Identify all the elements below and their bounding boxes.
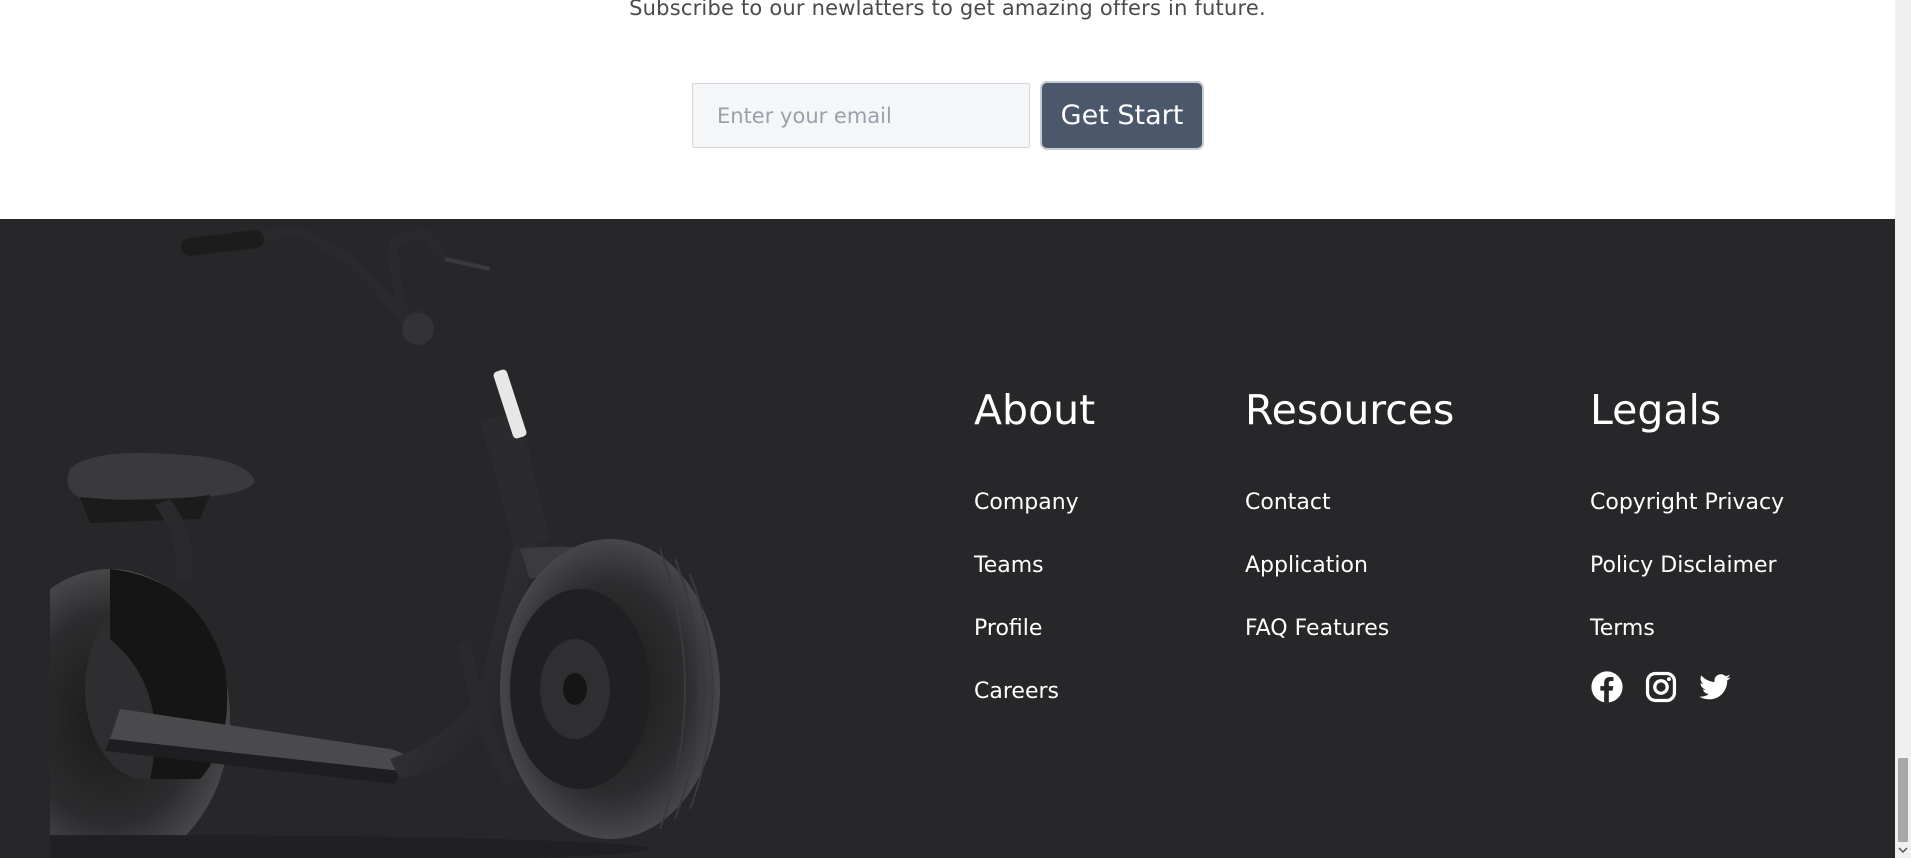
facebook-icon[interactable] <box>1590 670 1624 704</box>
footer-heading-legals: Legals <box>1590 386 1722 434</box>
footer-column-resources: Resources Contact Application FAQ Featur… <box>1245 386 1454 679</box>
instagram-icon[interactable] <box>1644 670 1678 704</box>
footer-link-copyright-privacy[interactable]: Copyright Privacy <box>1590 490 1784 553</box>
footer-link-contact-text[interactable]: Contact <box>1245 490 1331 515</box>
footer-link-application[interactable]: Application <box>1245 553 1454 616</box>
footer-heading-resources: Resources <box>1245 386 1455 434</box>
footer-link-policy-disclaimer[interactable]: Policy Disclaimer <box>1590 553 1784 616</box>
social-links <box>1590 670 1784 704</box>
scooter-image <box>50 225 720 858</box>
footer-link-copyright-privacy-text[interactable]: Copyright Privacy <box>1590 490 1784 515</box>
footer-link-faq-features[interactable]: FAQ Features <box>1245 616 1454 679</box>
footer-link-policy-disclaimer-text[interactable]: Policy Disclaimer <box>1590 553 1777 578</box>
get-start-button[interactable]: Get Start <box>1042 83 1202 148</box>
footer-heading-about: About <box>974 386 1096 434</box>
scrollbar-thumb[interactable] <box>1898 758 1908 842</box>
footer-link-faq-features-text[interactable]: FAQ Features <box>1245 616 1389 641</box>
twitter-icon[interactable] <box>1698 670 1732 704</box>
subscribe-form: Get Start <box>692 83 1202 148</box>
footer-column-legals: Legals Copyright Privacy Policy Disclaim… <box>1590 386 1784 704</box>
footer-link-contact[interactable]: Contact <box>1245 490 1454 553</box>
footer: About Company Teams Profile Careers Reso… <box>0 219 1895 858</box>
footer-column-about: About Company Teams Profile Careers <box>974 386 1095 742</box>
footer-link-company[interactable]: Company <box>974 490 1095 553</box>
footer-link-application-text[interactable]: Application <box>1245 553 1368 578</box>
footer-link-teams[interactable]: Teams <box>974 553 1095 616</box>
newsletter-section: Subscribe to our newlatters to get amazi… <box>0 0 1895 219</box>
footer-link-careers-text[interactable]: Careers <box>974 679 1059 704</box>
footer-link-company-text[interactable]: Company <box>974 490 1079 515</box>
email-input[interactable] <box>692 83 1030 148</box>
footer-link-terms-text[interactable]: Terms <box>1590 616 1655 641</box>
scroll-down-arrow-icon[interactable] <box>1895 842 1911 858</box>
newsletter-subtitle: Subscribe to our newlatters to get amazi… <box>629 0 1266 20</box>
footer-link-profile-text[interactable]: Profile <box>974 616 1042 641</box>
footer-link-teams-text[interactable]: Teams <box>974 553 1044 578</box>
vertical-scrollbar[interactable] <box>1895 0 1911 858</box>
footer-link-careers[interactable]: Careers <box>974 679 1095 742</box>
footer-link-profile[interactable]: Profile <box>974 616 1095 679</box>
